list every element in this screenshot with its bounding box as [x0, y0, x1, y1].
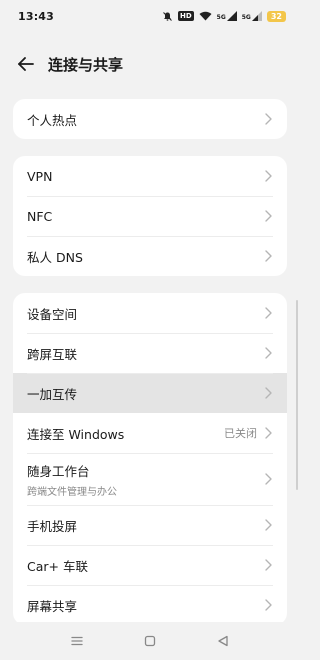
chevron-right-icon	[263, 598, 273, 612]
list-item-label: VPN	[27, 168, 53, 184]
list-item-label: NFC	[27, 208, 53, 224]
chevron-right-icon	[263, 558, 273, 572]
list-item-screen-share[interactable]: 屏幕共享	[13, 585, 287, 625]
page-title: 连接与共享	[48, 55, 124, 74]
signal-bars-icon	[251, 11, 262, 21]
status-time: 13:43	[18, 9, 55, 23]
list-item-label: 随身工作台	[27, 463, 90, 479]
scrollbar[interactable]	[296, 300, 298, 490]
menu-icon	[71, 636, 83, 646]
list-item-screen-cast[interactable]: 手机投屏	[13, 505, 287, 545]
list-item-car-connect[interactable]: Car+ 车联	[13, 545, 287, 585]
list-item-cross-screen[interactable]: 跨屏互联	[13, 333, 287, 373]
signal-1: 5G	[217, 11, 237, 21]
list-item-subtitle: 跨端文件管理与办公	[27, 486, 117, 498]
settings-group-devices: 设备空间 跨屏互联 一加互传 连接至 Windows 已关闭 随身工作台 跨端文…	[13, 293, 287, 625]
signal-2: 5G	[242, 11, 262, 21]
settings-group-network: VPN NFC 私人 DNS	[13, 156, 287, 276]
list-item-vpn[interactable]: VPN	[13, 156, 287, 196]
signal-1-label: 5G	[216, 14, 226, 21]
chevron-right-icon	[263, 518, 273, 532]
list-item-label: 手机投屏	[27, 518, 78, 534]
list-item-label: 私人 DNS	[27, 249, 83, 265]
list-item-label: 一加互传	[27, 386, 78, 402]
back-button[interactable]	[6, 44, 46, 84]
hd-badge: HD	[177, 11, 194, 21]
list-item-nfc[interactable]: NFC	[13, 196, 287, 236]
list-item-personal-hotspot[interactable]: 个人热点	[13, 99, 287, 139]
chevron-right-icon	[263, 306, 273, 320]
navigation-bar	[0, 622, 300, 660]
list-item-connect-windows[interactable]: 连接至 Windows 已关闭	[13, 413, 287, 453]
list-item-label: Car+ 车联	[27, 558, 88, 574]
list-item-label: 设备空间	[27, 306, 78, 322]
nav-back-button[interactable]	[208, 626, 238, 656]
chevron-right-icon	[263, 426, 273, 440]
list-item-label: 屏幕共享	[27, 598, 78, 614]
chevron-right-icon	[263, 249, 273, 263]
signal-bars-icon	[226, 11, 237, 21]
chevron-right-icon	[263, 472, 273, 486]
settings-group-hotspot: 个人热点	[13, 99, 287, 139]
wifi-icon	[199, 11, 212, 21]
mute-bell-icon	[162, 11, 173, 21]
triangle-back-icon	[218, 635, 228, 647]
list-item-label: 跨屏互联	[27, 346, 78, 362]
home-square-icon	[144, 635, 156, 647]
status-bar: 13:43 HD 5G 5G 32	[0, 0, 300, 32]
arrow-left-icon	[18, 57, 34, 71]
list-item-oneplus-share[interactable]: 一加互传	[13, 373, 287, 413]
chevron-right-icon	[263, 209, 273, 223]
chevron-right-icon	[263, 386, 273, 400]
list-item-label: 连接至 Windows	[27, 426, 125, 442]
header: 连接与共享	[0, 44, 300, 84]
list-item-private-dns[interactable]: 私人 DNS	[13, 236, 287, 276]
signal-2-label: 5G	[241, 14, 251, 21]
recents-button[interactable]	[62, 626, 92, 656]
home-button[interactable]	[135, 626, 165, 656]
list-item-portable-workstation[interactable]: 随身工作台 跨端文件管理与办公	[13, 453, 287, 505]
chevron-right-icon	[263, 346, 273, 360]
status-icons: HD 5G 5G 32	[162, 10, 286, 22]
list-item-label: 个人热点	[27, 112, 78, 128]
list-item-value: 已关闭	[224, 427, 257, 440]
list-item-device-space[interactable]: 设备空间	[13, 293, 287, 333]
chevron-right-icon	[263, 169, 273, 183]
battery-badge: 32	[266, 10, 286, 22]
chevron-right-icon	[263, 112, 273, 126]
